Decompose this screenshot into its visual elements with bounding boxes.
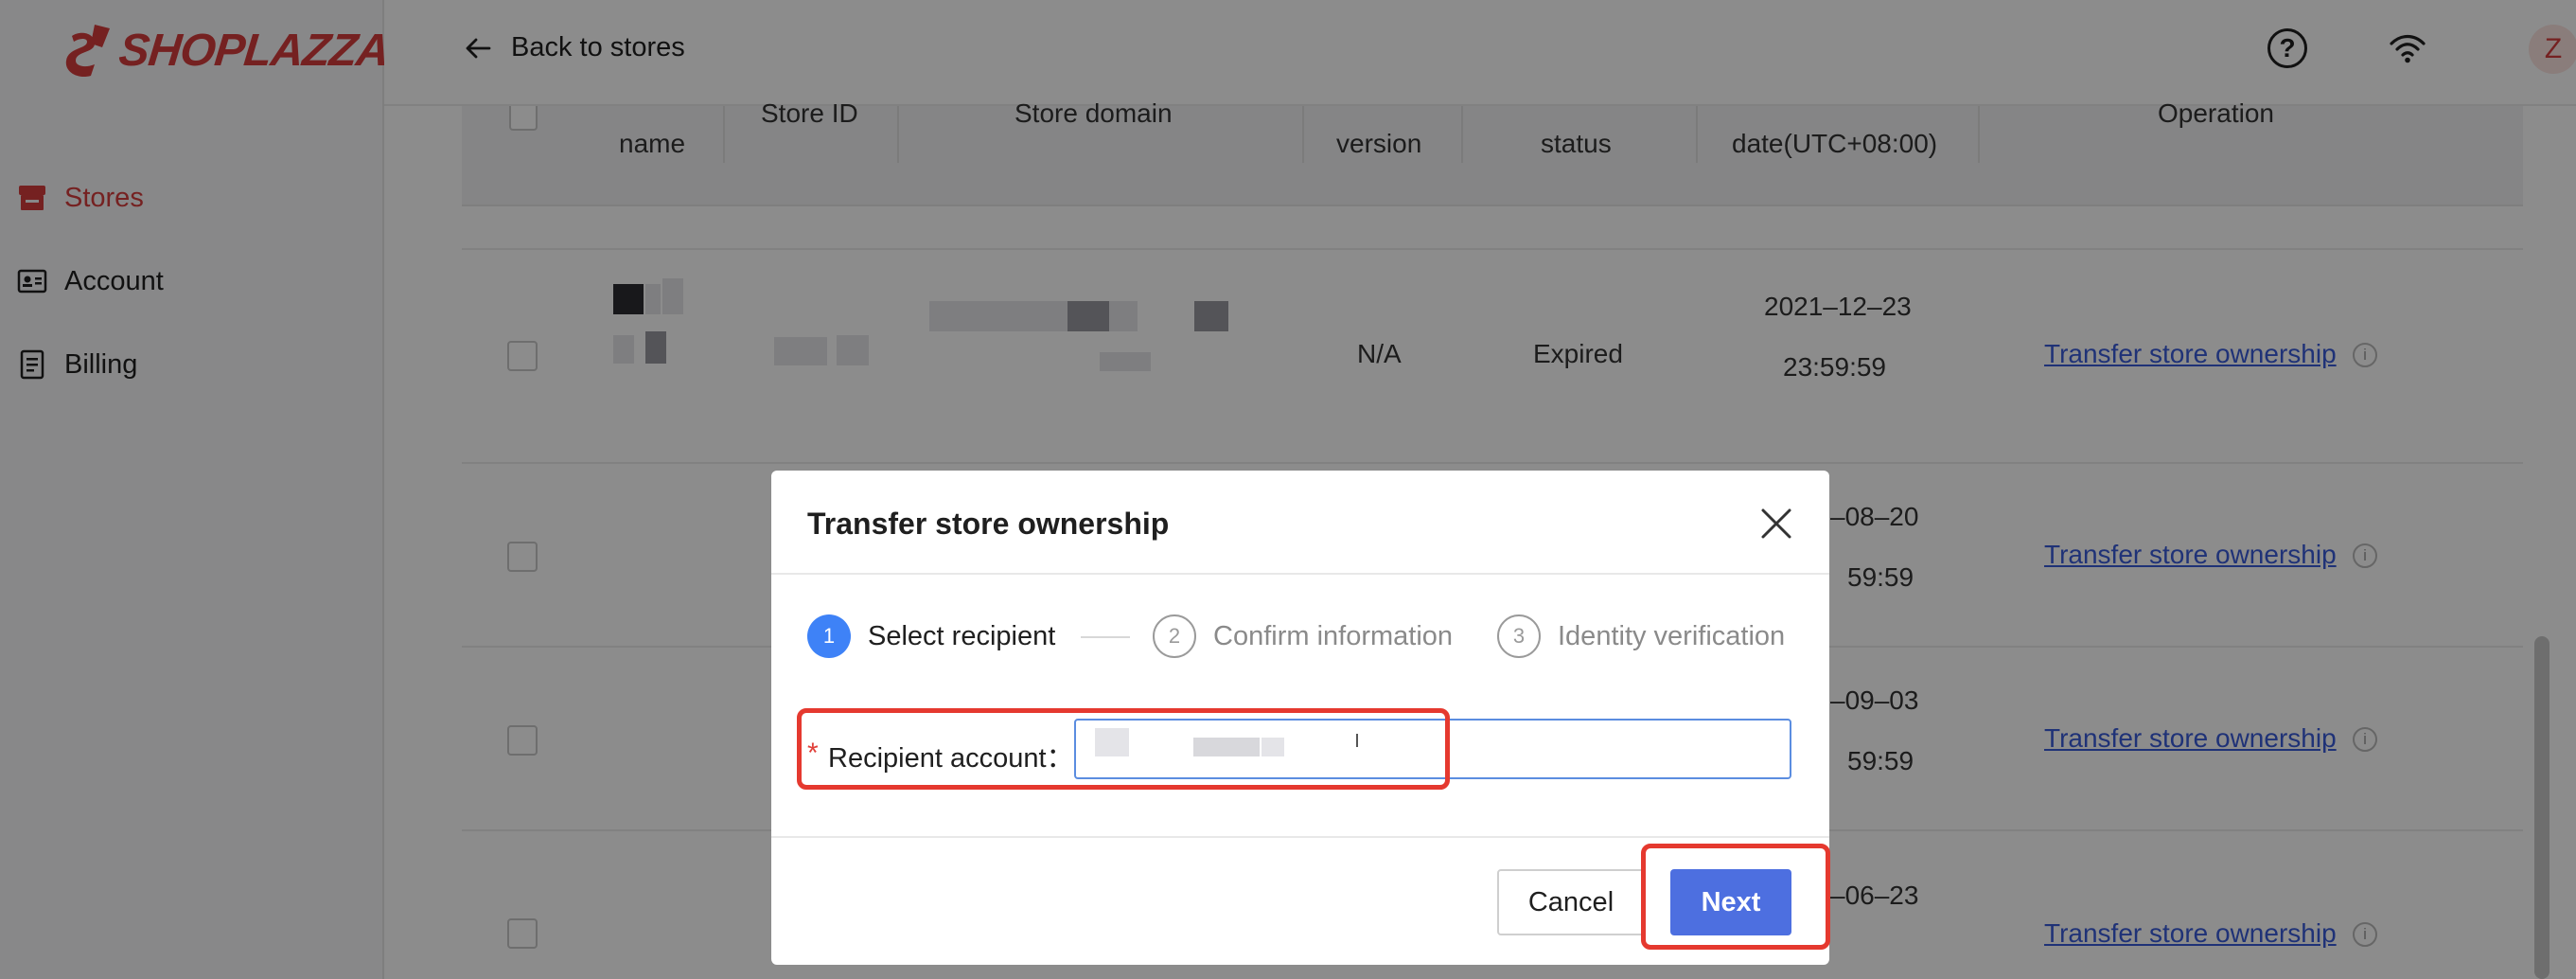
dialog-title: Transfer store ownership xyxy=(807,507,1170,541)
step-number: 3 xyxy=(1497,614,1541,658)
next-button[interactable]: Next xyxy=(1670,869,1791,935)
cancel-button[interactable]: Cancel xyxy=(1497,869,1645,935)
dialog-footer-divider xyxy=(771,836,1829,838)
step-number: 2 xyxy=(1153,614,1196,658)
step-label: Confirm information xyxy=(1213,620,1454,651)
recipient-account-input[interactable] xyxy=(1074,719,1791,779)
step-select-recipient: 1 Select recipient xyxy=(807,614,1055,658)
recipient-account-label: Recipient account： xyxy=(828,743,1074,774)
step-confirm-information: 2 Confirm information xyxy=(1153,614,1453,658)
dialog-header-divider xyxy=(771,573,1829,575)
step-label: Identity verification xyxy=(1558,620,1786,651)
step-identity-verification: 3 Identity verification xyxy=(1497,614,1785,658)
close-icon[interactable] xyxy=(1757,505,1795,543)
step-label: Select recipient xyxy=(868,620,1056,651)
step-connector xyxy=(1081,636,1130,638)
transfer-ownership-dialog: Transfer store ownership 1 Select recipi… xyxy=(771,471,1829,965)
required-mark: * xyxy=(807,738,819,769)
step-number: 1 xyxy=(807,614,851,658)
